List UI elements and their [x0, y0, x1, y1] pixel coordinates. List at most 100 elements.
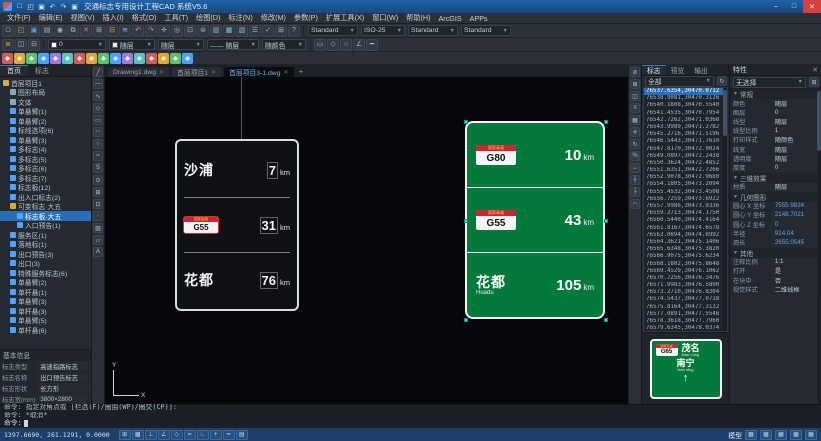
list-item[interactable]: 76563.0894,30474.8992 [644, 232, 727, 239]
modify-stretch-icon[interactable]: ↔ [630, 163, 640, 173]
section-header-常规[interactable]: ▼常规 [730, 89, 821, 99]
style-combo-0[interactable]: Standard▼ [308, 25, 358, 36]
toolbar-preview-icon[interactable]: ◉ [54, 25, 66, 37]
command-window[interactable]: 命令: 指定对角点或 [栏选(F)/圈围(WP)/圈交(CP)]:命令: *取消… [0, 404, 821, 428]
toolbar-redo-icon[interactable]: ↷ [145, 25, 157, 37]
selection-grip[interactable] [604, 318, 608, 322]
list-item[interactable]: 76538.9081,30470.3126 [644, 95, 727, 102]
tree-item[interactable]: 多标志(6) [0, 164, 91, 174]
app-import-icon[interactable]: ◆ [14, 53, 25, 64]
toolbar-layer-states-icon[interactable]: ◫ [15, 39, 27, 51]
property-row[interactable]: 注释比例1:1 [730, 258, 821, 267]
status-toggle-dyn[interactable]: + [210, 430, 222, 440]
tree-item[interactable]: 出口(3) [0, 259, 91, 269]
tree-item[interactable]: 特殊服务标志(6) [0, 268, 91, 278]
panel-tab-首页[interactable]: 首页 [0, 65, 28, 76]
selection-grip[interactable] [464, 120, 468, 124]
menu-文件(F)[interactable]: 文件(F) [3, 13, 35, 23]
save-icon[interactable]: ▣ [37, 2, 46, 11]
section-header-三维效果[interactable]: ▼三维效果 [730, 173, 821, 183]
status-toggle-ortho[interactable]: ⊥ [145, 430, 157, 440]
draw-make-block-icon[interactable]: ⊡ [93, 199, 103, 209]
modify-extend-icon[interactable]: ├ [630, 187, 640, 197]
close-icon[interactable]: ✕ [812, 66, 818, 74]
app-settings-icon[interactable]: ◆ [158, 53, 169, 64]
list-item[interactable]: 76549.0897,30472.2438 [644, 153, 727, 160]
list-item[interactable]: 76540.1808,30470.5540 [644, 102, 727, 109]
close-tab-icon[interactable]: ✕ [211, 69, 216, 76]
menu-帮助(H)[interactable]: 帮助(H) [402, 13, 434, 23]
draw-polyline-icon[interactable]: ∿ [93, 91, 103, 101]
coordinate-list[interactable]: 76537.6354,30470.071276538.9081,30470.31… [643, 87, 728, 332]
modify-trim-icon[interactable]: ┼ [630, 175, 640, 185]
list-item[interactable]: 76545.2716,30471.5196 [644, 131, 727, 138]
status-model-tab-icon[interactable]: ▦ [745, 430, 757, 440]
toolbar-zoom-window-icon[interactable]: ⊡ [184, 25, 196, 37]
properties-scrollbar[interactable] [817, 89, 821, 404]
draw-insert-block-icon[interactable]: ⊞ [93, 187, 103, 197]
list-item[interactable]: 76560.5440,30474.4164 [644, 217, 727, 224]
list-item[interactable]: 76554.1805,30473.2094 [644, 181, 727, 188]
modify-mirror-icon[interactable]: ◫ [630, 91, 640, 101]
status-toggle-lwt[interactable]: ━ [223, 430, 235, 440]
list-item[interactable]: 76550.3624,30472.4852 [644, 160, 727, 167]
tree-item[interactable]: 单杆悬(6) [0, 325, 91, 335]
modify-erase-icon[interactable]: ⊘ [630, 67, 640, 77]
list-item[interactable]: 76566.9075,30475.6234 [644, 253, 727, 260]
property-combo-1[interactable]: 随层▼ [109, 39, 155, 50]
panel-tab-标志[interactable]: 标志 [28, 65, 56, 76]
tree-item[interactable]: 标志板·大五 [0, 211, 91, 221]
status-toggle-ducs[interactable]: ∟ [197, 430, 209, 440]
close-button[interactable]: ✕ [803, 0, 821, 13]
tree-item[interactable]: 服务区(1) [0, 230, 91, 240]
drawing-canvas[interactable]: 沙浦7km国家高速G5531km花都76km 国家高速G8010km国家高速G5… [105, 77, 628, 404]
toolbar-zoom-prev-icon[interactable]: ⊜ [197, 25, 209, 37]
status-annotation-icon[interactable]: ▦ [760, 430, 772, 440]
list-item[interactable]: 76546.5443,30471.7610 [644, 138, 727, 145]
status-toggle-otrack[interactable]: ≍ [184, 430, 196, 440]
property-row[interactable]: 材质随层 [730, 183, 821, 192]
toolbar-calc-icon[interactable]: ⊞ [275, 25, 287, 37]
toolbar-diamond-icon[interactable]: ◇ [327, 39, 339, 51]
rendered-sign[interactable]: 国家高速G8010km国家高速G5543km花都Huadu105km [465, 121, 605, 319]
list-scrollbar[interactable] [723, 88, 727, 331]
status-toggle-osnap[interactable]: ◇ [171, 430, 183, 440]
menu-扩展工具(X)[interactable]: 扩展工具(X) [322, 13, 368, 23]
status-fullscreen-icon[interactable]: ▦ [805, 430, 817, 440]
tree-item[interactable]: 首层项目1 [0, 78, 91, 88]
tree-item[interactable]: 多标志(7) [0, 173, 91, 183]
selection-grip[interactable] [604, 219, 608, 223]
toolbar-sheetset-icon[interactable]: ☰ [249, 25, 261, 37]
quick-select-icon[interactable]: ⊞ [809, 77, 819, 87]
object-filter-combo[interactable]: 全部 ▼ [645, 76, 714, 87]
menu-工具(T)[interactable]: 工具(T) [160, 13, 192, 23]
tree-item[interactable]: 单悬臂(3) [0, 135, 91, 145]
list-item[interactable]: 76561.8167,30474.6578 [644, 225, 727, 232]
toolbar-rect-icon[interactable]: ▭ [314, 39, 326, 51]
draw-xline-icon[interactable]: ― [93, 79, 103, 89]
doc-tab-首层项目3-1.dwg[interactable]: 首层项目3-1.dwg✕ [223, 66, 294, 77]
style-combo-2[interactable]: Standard▼ [408, 25, 458, 36]
undo-icon[interactable]: ↶ [48, 2, 57, 11]
toolbar-save-icon[interactable]: ▣ [28, 25, 40, 37]
toolbar-angle-icon[interactable]: ∠ [353, 39, 365, 51]
modify-copy-obj-icon[interactable]: ⊞ [630, 79, 640, 89]
tree-item[interactable]: 标线选项(6) [0, 126, 91, 136]
sign-preview[interactable]: 国家高速 G65 茂名 Mao ming 南宁 Nan ning ↑ [650, 339, 722, 399]
toolbar-cut-icon[interactable]: ✕ [80, 25, 92, 37]
modify-array-icon[interactable]: ▦ [630, 115, 640, 125]
menu-窗口(W)[interactable]: 窗口(W) [368, 13, 402, 23]
tree-item[interactable]: 多标志(4) [0, 145, 91, 155]
new-tab-button[interactable]: + [296, 66, 307, 77]
status-toggle-snap[interactable]: ⊞ [119, 430, 131, 440]
list-item[interactable]: 76571.9983,30476.5890 [644, 282, 727, 289]
draw-circle-icon[interactable]: ○ [93, 139, 103, 149]
list-item[interactable]: 76559.2713,30474.1750 [644, 210, 727, 217]
design-sign[interactable]: 沙浦7km国家高速G5531km花都76km [175, 139, 299, 311]
menu-标注(N)[interactable]: 标注(N) [224, 13, 256, 23]
draw-spline-icon[interactable]: S [93, 163, 103, 173]
app-project-icon[interactable]: ◆ [2, 53, 13, 64]
list-item[interactable]: 76573.2710,30476.8304 [644, 289, 727, 296]
status-toggle-qp[interactable]: ▤ [236, 430, 248, 440]
minimize-button[interactable]: – [767, 0, 785, 13]
